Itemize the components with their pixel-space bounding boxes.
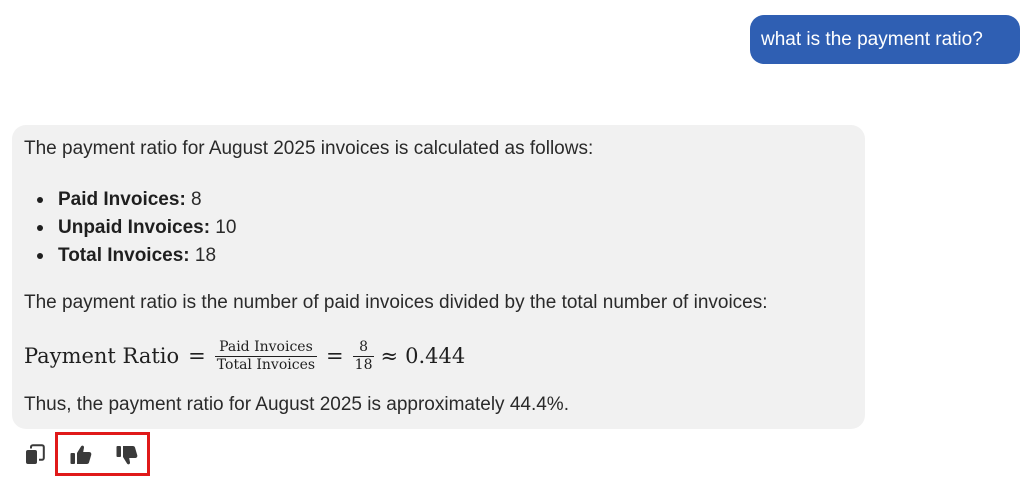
fraction-numerator: Paid Invoices (219, 338, 313, 355)
thumbs-down-icon (116, 446, 138, 465)
thumbs-down-button[interactable] (114, 442, 140, 468)
conclusion-text: Thus, the payment ratio for August 2025 … (24, 394, 569, 415)
copy-button[interactable] (22, 442, 48, 468)
list-item-value: 8 (185, 189, 202, 210)
list-item: Paid Invoices: 8 (36, 186, 236, 214)
list-item: Total Invoices: 18 (36, 242, 236, 270)
invoice-list: Paid Invoices: 8 Unpaid Invoices: 10 Tot… (36, 186, 237, 270)
formula-equals: = (188, 344, 206, 368)
fraction-numerator: 8 (359, 338, 369, 355)
thumbs-up-button[interactable] (68, 442, 94, 468)
user-message-text: what is the payment ratio? (761, 29, 983, 50)
user-message-bubble: what is the payment ratio? (750, 15, 1020, 64)
formula-fraction-numbers: 8 18 (352, 338, 375, 374)
fraction-denominator: Total Invoices (214, 355, 318, 373)
copy-icon (26, 444, 45, 464)
formula-result: 0.444 (405, 344, 466, 368)
fraction-denominator: 18 (352, 355, 375, 373)
intro-text: The payment ratio for August 2025 invoic… (24, 138, 594, 159)
payment-ratio-formula: Payment Ratio = Paid Invoices Total Invo… (24, 333, 465, 379)
list-item-value: 18 (189, 245, 217, 266)
list-item-value: 10 (210, 217, 237, 238)
list-item-label: Unpaid Invoices: (58, 217, 211, 238)
assistant-message-card: The payment ratio for August 2025 invoic… (12, 125, 865, 429)
formula-fraction-words: Paid Invoices Total Invoices (214, 338, 318, 374)
thumbs-up-icon (70, 445, 92, 464)
formula-approx: ≈ (380, 344, 399, 368)
explanation-text: The payment ratio is the number of paid … (24, 292, 768, 313)
formula-lhs: Payment Ratio (24, 344, 180, 368)
formula-equals: = (326, 344, 344, 368)
list-item: Unpaid Invoices: 10 (36, 214, 237, 242)
list-item-label: Paid Invoices: (58, 189, 186, 210)
list-item-label: Total Invoices: (58, 245, 190, 266)
